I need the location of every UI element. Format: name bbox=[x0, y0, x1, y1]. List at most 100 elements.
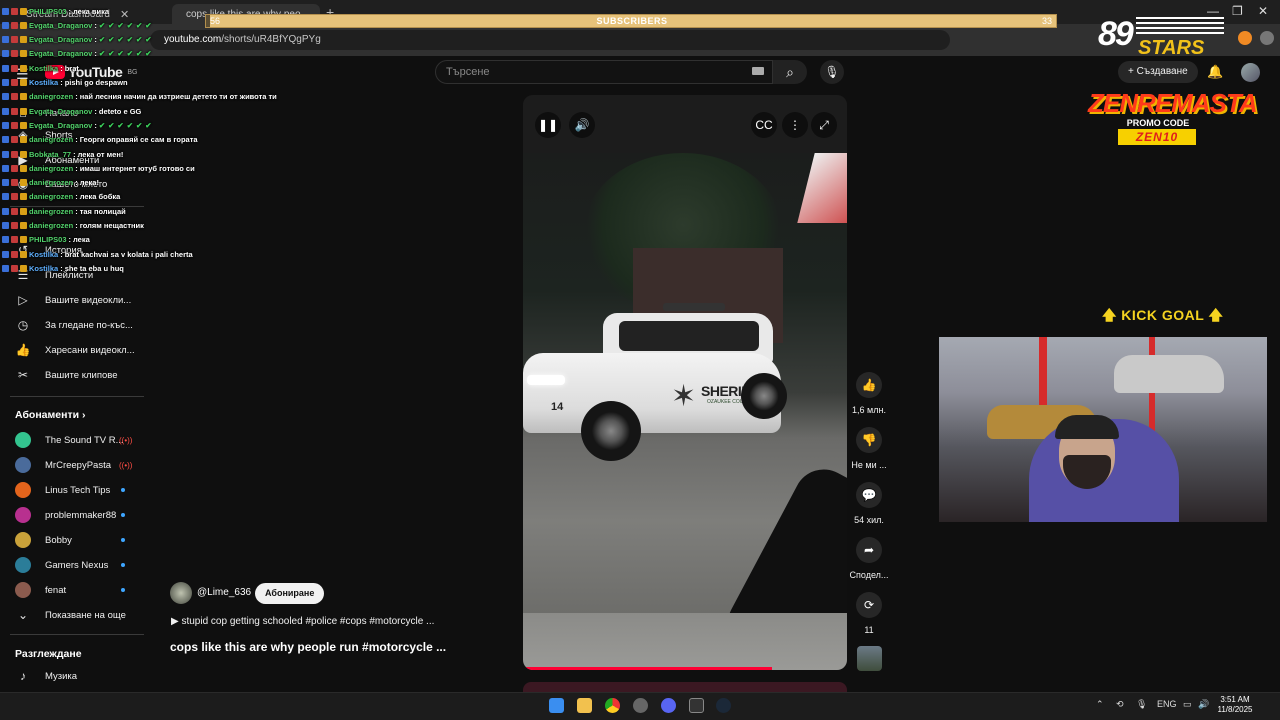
subscription-item[interactable]: Bobby bbox=[15, 531, 72, 549]
more-options-icon[interactable]: ⋮ bbox=[782, 112, 808, 138]
chat-separator: : bbox=[75, 163, 78, 173]
search-input[interactable]: Търсене bbox=[435, 60, 773, 84]
sidebar-item-your-videos[interactable]: ▷ Вашите видеокли... bbox=[15, 291, 131, 309]
short-description[interactable]: ▶ stupid cop getting schooled #police #c… bbox=[171, 616, 434, 627]
subscription-item[interactable]: Linus Tech Tips bbox=[15, 481, 110, 499]
comments-icon[interactable]: 💬 bbox=[856, 482, 882, 508]
chat-badge-icon bbox=[11, 121, 18, 129]
steam-icon[interactable] bbox=[716, 698, 731, 713]
chat-badge-icon bbox=[11, 50, 18, 58]
volume-icon[interactable]: 🔊 bbox=[569, 112, 595, 138]
channel-name[interactable]: @Lime_636 bbox=[197, 587, 251, 598]
app-icon[interactable] bbox=[633, 698, 648, 713]
channel-avatar bbox=[15, 532, 31, 548]
close-window-icon[interactable]: ✕ bbox=[1258, 4, 1268, 18]
chat-separator: : bbox=[75, 92, 78, 102]
url-input[interactable]: youtube.com/shorts/uR4BfYQgPYg bbox=[150, 30, 950, 50]
system-clock[interactable]: 3:51 AM 11/8/2025 bbox=[1210, 695, 1260, 715]
chat-badge-icon bbox=[2, 264, 9, 272]
chat-badge-icon bbox=[20, 179, 27, 187]
chat-message: Evgata_Draganov : deteto e GG bbox=[2, 105, 141, 117]
sidebar-item-label: Вашите клипове bbox=[45, 369, 118, 381]
chevron-down-icon: ⌄ bbox=[17, 608, 29, 622]
maximize-icon[interactable]: ❐ bbox=[1232, 4, 1243, 18]
subscription-item[interactable]: fenat bbox=[15, 581, 66, 599]
chat-username: daniegrozen bbox=[29, 163, 74, 173]
volume-tray-icon[interactable]: 🔊 bbox=[1198, 699, 1209, 710]
chat-message: Evgata_Draganov : ✔✔✔✔✔✔ bbox=[2, 119, 155, 131]
sidebar-item-watch-later[interactable]: ◷ За гледане по-къс... bbox=[15, 316, 133, 334]
chat-username: Kostilka bbox=[29, 249, 59, 259]
subscriptions-heading[interactable]: Абонаменти › bbox=[15, 409, 86, 421]
comments-count: 54 хил. bbox=[854, 515, 884, 525]
short-title[interactable]: cops like this are why people run #motor… bbox=[170, 640, 446, 654]
chat-badge-icon bbox=[11, 36, 18, 44]
create-button[interactable]: + Създаване bbox=[1118, 61, 1198, 83]
video-frame[interactable]: ✶ SHERIFF OZAUKEE COUNTY 14 bbox=[523, 153, 847, 613]
network-icon[interactable]: ▭ bbox=[1183, 699, 1192, 710]
captions-icon[interactable]: CC bbox=[751, 112, 777, 138]
subscriber-goal-bar: 56 SUBSCRIBERS 33 bbox=[205, 14, 1057, 28]
dislike-icon[interactable]: 👎 bbox=[856, 427, 882, 453]
search-button[interactable]: ⌕ bbox=[773, 60, 807, 84]
chat-text: pishi go despawn bbox=[64, 78, 128, 87]
chat-text: лека bbox=[73, 235, 90, 245]
chat-badge-icon bbox=[20, 107, 27, 115]
share-icon[interactable]: ➦ bbox=[856, 537, 882, 563]
channel-avatar bbox=[15, 432, 31, 448]
extension-icon[interactable] bbox=[1238, 31, 1252, 45]
subscription-item[interactable]: Gamers Nexus bbox=[15, 556, 108, 574]
terminal-icon[interactable] bbox=[689, 698, 704, 713]
chrome-icon[interactable] bbox=[605, 698, 620, 713]
tray-sync-icon[interactable]: ⟲ bbox=[1116, 699, 1124, 710]
file-explorer-icon[interactable] bbox=[577, 698, 592, 713]
menu-dots-icon[interactable] bbox=[1260, 31, 1274, 45]
subscription-item[interactable]: The Sound TV R... bbox=[15, 431, 124, 449]
chat-message: daniegrozen : лека бобка bbox=[2, 191, 120, 203]
next-short-preview[interactable] bbox=[523, 682, 847, 692]
video-progress-bar[interactable] bbox=[523, 667, 773, 670]
chat-badge-icon bbox=[2, 64, 9, 72]
show-more-button[interactable]: ⌄ Показване на още bbox=[15, 606, 126, 624]
chat-badge-icon bbox=[20, 236, 27, 244]
pause-icon[interactable]: ❚❚ bbox=[535, 112, 561, 138]
logo-stripes bbox=[1136, 17, 1224, 35]
sound-thumbnail[interactable] bbox=[857, 646, 882, 671]
subscriber-goal-label: SUBSCRIBERS bbox=[596, 16, 668, 26]
chat-text: brat kachvai sa v kolata i pali cherta bbox=[64, 249, 193, 259]
mic-icon[interactable]: 🎙 bbox=[820, 60, 844, 84]
channel-avatar[interactable] bbox=[170, 582, 192, 604]
chat-badge-icon bbox=[11, 164, 18, 172]
sidebar-item-clips[interactable]: ✂ Вашите клипове bbox=[15, 366, 118, 384]
music-icon: ♪ bbox=[20, 669, 26, 683]
shorts-player[interactable]: ✶ SHERIFF OZAUKEE COUNTY 14 ❚❚ 🔊 CC ⋮ ⤢ bbox=[523, 95, 847, 670]
subscription-item[interactable]: problemmaker88 bbox=[15, 506, 116, 524]
sidebar-item-music[interactable]: ♪ Музика bbox=[15, 667, 77, 685]
chat-username: Evgata_Draganov bbox=[29, 20, 93, 30]
discord-icon[interactable] bbox=[661, 698, 676, 713]
tray-overflow-icon[interactable]: ⌃ bbox=[1096, 699, 1104, 710]
tray-mic-icon[interactable]: 🎙 bbox=[1136, 699, 1147, 710]
like-icon[interactable]: 👍 bbox=[856, 372, 882, 398]
subscription-name: Bobby bbox=[45, 534, 72, 546]
fullscreen-icon[interactable]: ⤢ bbox=[811, 112, 837, 138]
chat-badge-icon bbox=[11, 136, 18, 144]
chat-username: daniegrozen bbox=[29, 206, 74, 216]
subscription-item[interactable]: MrCreepyPasta bbox=[15, 456, 111, 474]
keyboard-icon[interactable] bbox=[752, 67, 764, 75]
windows-start-icon[interactable] bbox=[549, 698, 564, 713]
chat-separator: : bbox=[75, 206, 78, 216]
subscriptions-heading-label: Абонаменти bbox=[15, 409, 80, 421]
account-avatar[interactable] bbox=[1241, 63, 1260, 82]
remix-icon[interactable]: ⟳ bbox=[856, 592, 882, 618]
language-indicator[interactable]: ENG bbox=[1157, 699, 1177, 709]
live-icon: ((•)) bbox=[119, 436, 133, 445]
chat-username: daniegrozen bbox=[29, 221, 74, 230]
chat-badge-icon bbox=[11, 64, 18, 72]
subscribe-button[interactable]: Абониране bbox=[255, 583, 325, 604]
police-car-window bbox=[619, 321, 759, 351]
notifications-icon[interactable]: 🔔 bbox=[1207, 64, 1223, 80]
sidebar-item-liked[interactable]: 👍 Харесани видеокл... bbox=[15, 341, 135, 359]
sheriff-star-icon: ✶ bbox=[671, 380, 697, 413]
chat-badge-icon bbox=[11, 207, 18, 215]
